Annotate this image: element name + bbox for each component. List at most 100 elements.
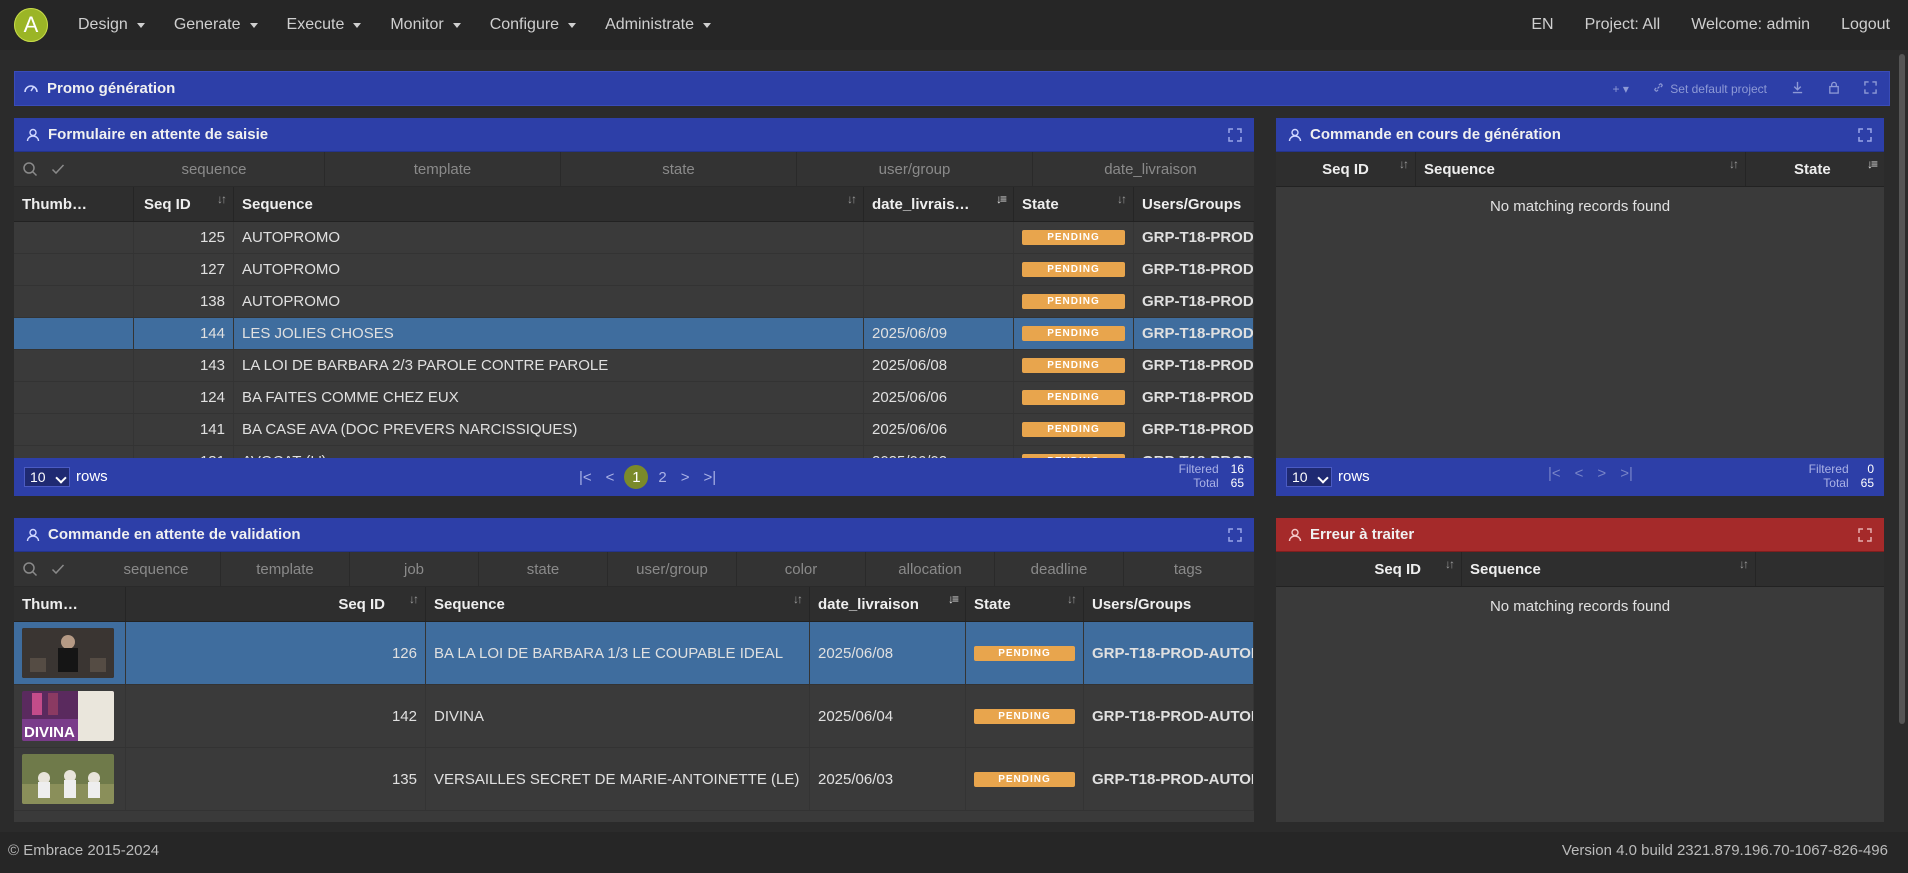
next-page-button[interactable]: > (1597, 465, 1606, 482)
table-row[interactable]: 144 LES JOLIES CHOSES 2025/06/09 PENDING GRP… (14, 318, 1254, 350)
col-date-livraison[interactable]: date_livrais… ↓≡ (864, 187, 1014, 221)
cell-state: PENDING (1014, 222, 1134, 253)
col-seq-id[interactable]: Seq ID ↓↑ (126, 587, 426, 621)
filter-job[interactable]: job (350, 552, 479, 586)
page-1-button[interactable]: 1 (624, 465, 649, 489)
panel-header: Formulaire en attente de saisie (14, 118, 1254, 152)
cell-state: PENDING (1014, 318, 1134, 349)
user-icon (26, 128, 40, 141)
welcome-user[interactable]: Welcome: admin (1691, 16, 1810, 34)
filter-sequence[interactable]: sequence (104, 152, 325, 186)
prev-page-button[interactable]: < (606, 469, 615, 486)
filter-template[interactable]: template (221, 552, 350, 586)
rows-per-page-select[interactable]: 10 (24, 467, 70, 487)
sort-icon: ↓↑ (793, 592, 803, 606)
col-seq-id[interactable]: Seq ID ↓↑ (1276, 552, 1462, 586)
app-logo[interactable]: A (14, 8, 48, 42)
download-button[interactable] (1791, 81, 1804, 97)
filter-allocation[interactable]: allocation (866, 552, 995, 586)
cell-id: 125 (134, 222, 234, 253)
table-row[interactable]: 141 BA CASE AVA (DOC PREVERS NARCISSIQUES… (14, 414, 1254, 446)
filter-sequence[interactable]: sequence (92, 552, 221, 586)
filter-state[interactable]: state (561, 152, 797, 186)
col-seq-id[interactable]: Seq ID ↓↑ (1276, 152, 1416, 186)
cell-id: 124 (134, 382, 234, 413)
menu-label: Administrate (605, 16, 694, 33)
rows-per-page-value: 10 (30, 469, 46, 485)
col-state[interactable]: State ↓↑ (1014, 187, 1134, 221)
check-icon[interactable] (50, 161, 66, 177)
col-label: Sequence (1424, 160, 1495, 178)
menu-generate[interactable]: Generate (162, 16, 275, 34)
filter-date-livraison[interactable]: date_livraison (1033, 152, 1254, 186)
panel-title: Commande en attente de validation (48, 526, 301, 543)
last-page-button[interactable]: >| (1620, 465, 1633, 482)
page-scrollbar[interactable] (1896, 50, 1908, 832)
table-row[interactable]: 124 BA FAITES COMME CHEZ EUX 2025/06/06 PEN… (14, 382, 1254, 414)
logout-link[interactable]: Logout (1841, 16, 1890, 34)
rows-per-page-select[interactable]: 10 (1286, 467, 1332, 487)
project-selector[interactable]: Project: All (1585, 16, 1661, 34)
set-default-project-button[interactable]: Set default project (1653, 82, 1767, 96)
cell-date: 2025/06/03 (810, 748, 966, 810)
table-row[interactable]: 127AUTOPROMO PENDING GRP-T18-PROD-AUTOMATI… (14, 254, 1254, 286)
next-page-button[interactable]: > (681, 469, 690, 486)
cell-seq: BA FAITES COMME CHEZ EUX (234, 382, 864, 413)
col-state[interactable]: State ↓≡ (1746, 152, 1884, 186)
col-sequence[interactable]: Sequence ↓↑ (1462, 552, 1756, 586)
menu-execute[interactable]: Execute (275, 16, 379, 34)
cell-date: 2025/06/06 (864, 382, 1014, 413)
check-icon[interactable] (50, 561, 66, 577)
set-default-project-label: Set default project (1670, 81, 1767, 96)
filter-user-group[interactable]: user/group (608, 552, 737, 586)
first-page-button[interactable]: |< (579, 469, 592, 486)
add-widget-button[interactable]: + ▾ (1613, 82, 1629, 96)
col-thumbnail[interactable]: Thumb… (14, 187, 134, 221)
col-users-groups[interactable]: Users/Groups (1134, 187, 1254, 221)
col-thumbnail[interactable]: Thum… (14, 587, 126, 621)
menu-configure[interactable]: Configure (478, 16, 593, 34)
scrollbar-thumb[interactable] (1899, 54, 1905, 724)
col-sequence[interactable]: Sequence ↓↑ (1416, 152, 1746, 186)
expand-icon[interactable] (1228, 528, 1242, 542)
fullscreen-button[interactable] (1864, 80, 1877, 97)
col-label: Sequence (242, 195, 313, 213)
search-icon[interactable] (22, 561, 38, 577)
cell-seq: BA LA LOI DE BARBARA 1/3 LE COUPABLE IDE… (426, 622, 810, 684)
filter-deadline[interactable]: deadline (995, 552, 1124, 586)
table-row[interactable]: 125AUTOPROMO PENDING GRP-T18-PROD-AUTOMATI… (14, 222, 1254, 254)
menu-design[interactable]: Design (66, 16, 162, 34)
prev-page-button[interactable]: < (1575, 465, 1584, 482)
expand-icon[interactable] (1228, 128, 1242, 142)
main-menu: Design Generate Execute Monitor Configur… (66, 0, 728, 50)
expand-icon[interactable] (1858, 128, 1872, 142)
filter-user-group[interactable]: user/group (797, 152, 1033, 186)
filter-tags[interactable]: tags (1124, 552, 1252, 586)
expand-icon[interactable] (1858, 528, 1872, 542)
col-sequence[interactable]: Sequence ↓↑ (234, 187, 864, 221)
col-state[interactable]: State ↓↑ (966, 587, 1084, 621)
language-selector[interactable]: EN (1531, 16, 1553, 34)
menu-administrate[interactable]: Administrate (593, 16, 728, 34)
table-row[interactable]: 135 VERSAILLES SECRET DE MARIE-ANTOINETTE… (14, 748, 1254, 811)
page-2-button[interactable]: 2 (658, 469, 666, 486)
search-icon[interactable] (22, 161, 38, 177)
menu-monitor[interactable]: Monitor (378, 16, 477, 34)
filter-color[interactable]: color (737, 552, 866, 586)
user-icon (1288, 528, 1302, 541)
table-row[interactable]: DIVINA 142 DIVINA 2025/06/04 PENDING GRP-T18-… (14, 685, 1254, 748)
col-users-groups[interactable]: Users/Groups (1084, 587, 1254, 621)
col-sequence[interactable]: Sequence ↓↑ (426, 587, 810, 621)
col-date-livraison[interactable]: date_livraison ↓≡ (810, 587, 966, 621)
rows-label: rows (1338, 468, 1370, 485)
filter-template[interactable]: template (325, 152, 561, 186)
col-seq-id[interactable]: Seq ID ↓↑ (134, 187, 234, 221)
user-icon (26, 528, 40, 541)
table-row[interactable]: 138AUTOPROMO PENDING GRP-T18-PROD-AUTOMATI… (14, 286, 1254, 318)
table-row[interactable]: 143 LA LOI DE BARBARA 2/3 PAROLE CONTRE P… (14, 350, 1254, 382)
table-row[interactable]: 126 BA LA LOI DE BARBARA 1/3 LE COUPABLE … (14, 622, 1254, 685)
last-page-button[interactable]: >| (704, 469, 717, 486)
lock-button[interactable] (1828, 81, 1840, 97)
first-page-button[interactable]: |< (1548, 465, 1561, 482)
filter-state[interactable]: state (479, 552, 608, 586)
